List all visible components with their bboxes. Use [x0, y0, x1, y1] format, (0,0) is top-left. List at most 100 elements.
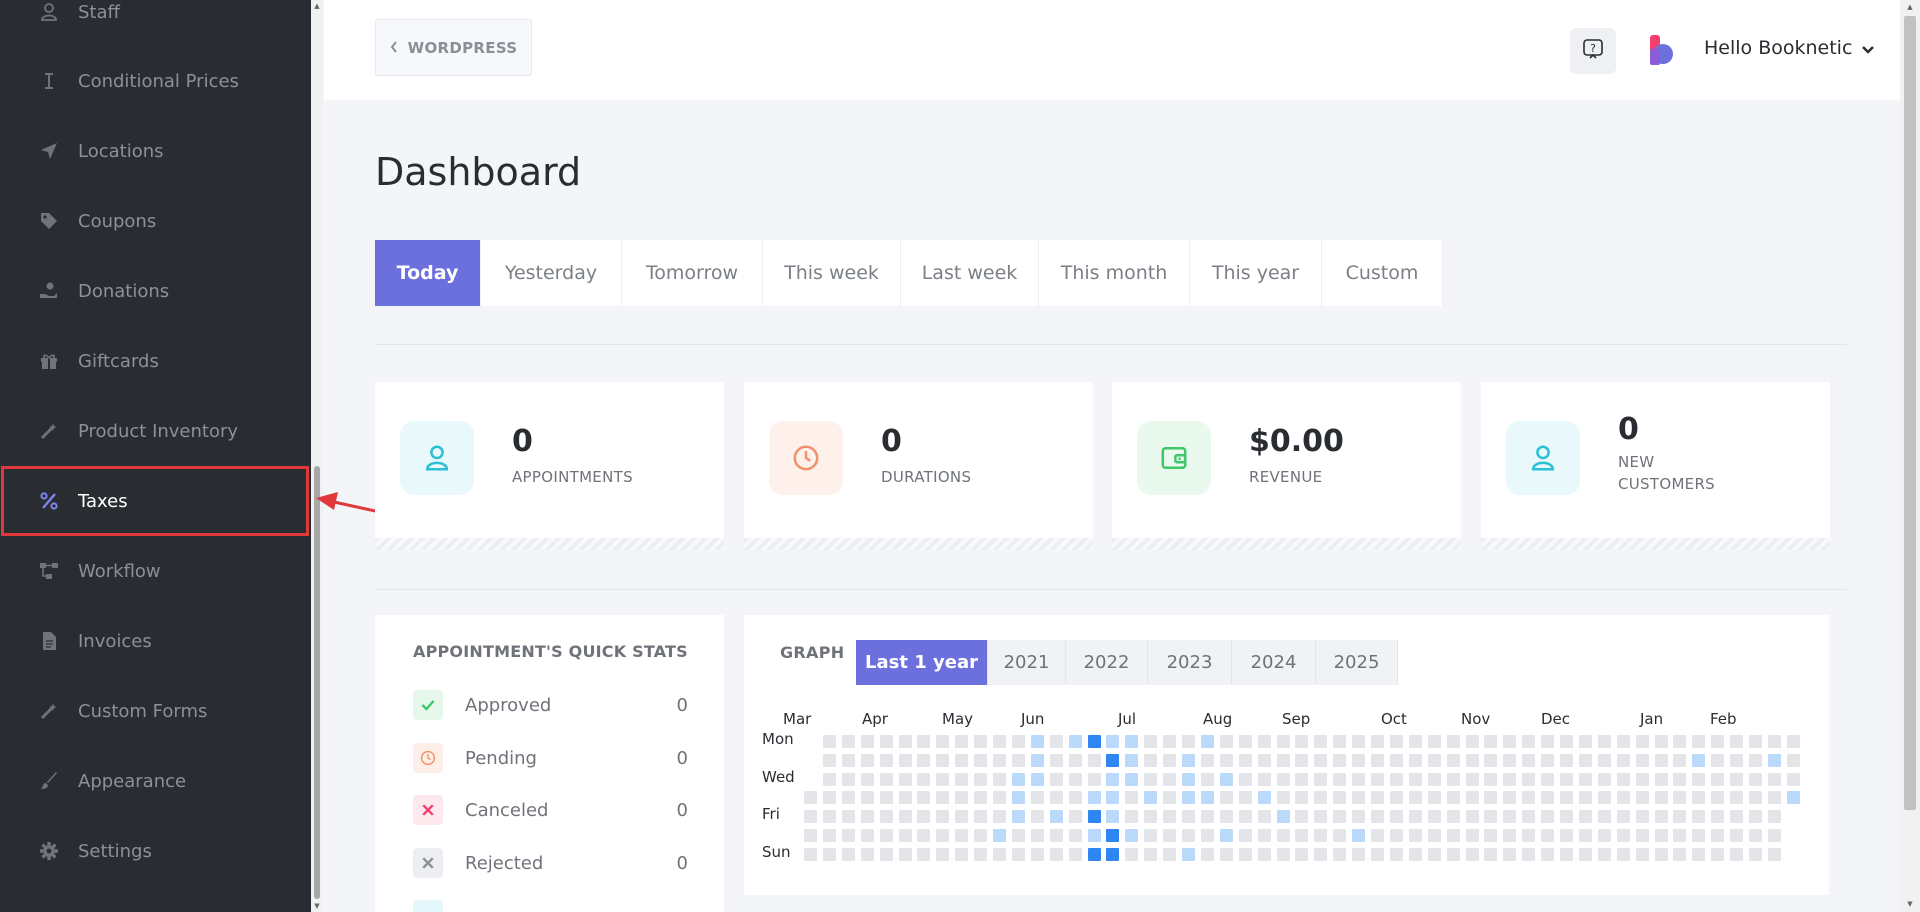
back-to-wordpress-button[interactable]: WORDPRESS	[375, 19, 532, 76]
tab-this-week[interactable]: This week	[763, 240, 901, 306]
heatmap-cell	[936, 791, 950, 805]
sidebar-item-staff[interactable]: Staff	[0, 0, 311, 47]
year-tab-2025[interactable]: 2025	[1316, 640, 1398, 685]
heatmap-cell	[1465, 829, 1479, 842]
tab-this-month[interactable]: This month	[1039, 240, 1190, 306]
heatmap-cell	[1597, 735, 1611, 748]
sidebar-item-locations[interactable]: Locations	[0, 116, 311, 186]
month-label: Feb	[1710, 710, 1737, 728]
heatmap-cell	[841, 847, 855, 861]
heatmap-cell	[917, 829, 931, 842]
heatmap-cell	[917, 753, 931, 767]
page-title: Dashboard	[375, 150, 582, 194]
location-arrow-icon	[38, 140, 60, 162]
workflow-icon	[38, 560, 60, 582]
heatmap-cell	[1011, 753, 1025, 767]
sidebar-scrollbar[interactable]: ▲ ▼	[311, 0, 323, 912]
heatmap-cell	[1182, 753, 1195, 767]
tab-this-year[interactable]: This year	[1190, 240, 1322, 306]
heatmap-cell	[974, 735, 988, 748]
heatmap-cell	[1011, 735, 1025, 748]
heatmap-cell	[1144, 772, 1158, 786]
sidebar-item-donations[interactable]: Donations	[0, 256, 311, 326]
heatmap-cell	[974, 791, 988, 805]
scroll-down-arrow-icon[interactable]: ▼	[313, 902, 321, 910]
user-menu[interactable]: Hello Booknetic	[1704, 37, 1875, 59]
stat-label: NEW CUSTOMERS	[1618, 453, 1716, 493]
heatmap-cell	[1257, 735, 1271, 748]
sidebar-item-conditional-prices[interactable]: Conditional Prices	[0, 46, 311, 116]
page-scroll-thumb[interactable]	[1904, 16, 1916, 810]
page-scroll-up-icon[interactable]: ▲	[1906, 3, 1914, 11]
heatmap-cell	[1692, 829, 1706, 842]
heatmap-cell	[1011, 829, 1025, 842]
back-to-wordpress-label: WORDPRESS	[407, 38, 518, 57]
sidebar-item-settings[interactable]: Settings	[0, 816, 311, 886]
heatmap-cell	[1578, 772, 1592, 786]
sidebar-item-invoices[interactable]: Invoices	[0, 606, 311, 676]
heatmap-cell	[1654, 847, 1668, 861]
heatmap-cell	[1295, 829, 1309, 842]
heatmap-cell	[1314, 753, 1328, 767]
year-tab-2022[interactable]: 2022	[1066, 640, 1148, 685]
close-icon	[413, 848, 443, 878]
quick-stats-panel: APPOINTMENT'S QUICK STATS Approved 0 Pendi…	[375, 615, 724, 912]
heatmap-cell	[1314, 791, 1328, 805]
heatmap-cell	[1106, 847, 1120, 861]
help-button[interactable]: ?	[1570, 28, 1616, 74]
heatmap-cell	[1182, 772, 1195, 786]
sidebar-item-taxes[interactable]: Taxes	[0, 466, 311, 536]
year-tab-2021[interactable]: 2021	[988, 640, 1066, 685]
heatmap-cell	[1257, 810, 1271, 824]
heatmap-cell	[1371, 753, 1384, 767]
heatmap-cell	[1635, 772, 1649, 786]
sidebar-item-workflow[interactable]: Workflow	[0, 536, 311, 606]
heatmap-cell	[1087, 847, 1101, 861]
heatmap-cell	[1673, 829, 1687, 842]
tab-last-week[interactable]: Last week	[901, 240, 1039, 306]
heatmap-cell	[1767, 829, 1781, 842]
heatmap-cell	[860, 753, 874, 767]
scroll-up-arrow-icon[interactable]: ▲	[313, 2, 321, 10]
heatmap-cell	[898, 847, 912, 861]
tab-tomorrow[interactable]: Tomorrow	[622, 240, 763, 306]
heatmap-cell	[879, 810, 893, 824]
heatmap-cell	[1257, 791, 1271, 805]
heatmap-cell	[898, 810, 912, 824]
sidebar-item-custom-forms[interactable]: Custom Forms	[0, 676, 311, 746]
year-tab-2023[interactable]: 2023	[1148, 640, 1232, 685]
tab-yesterday[interactable]: Yesterday	[481, 240, 622, 306]
heatmap-cell	[841, 810, 855, 824]
heatmap-cell	[1144, 753, 1158, 767]
heatmap-cell	[936, 847, 950, 861]
heatmap-cell	[1049, 810, 1063, 824]
tab-today[interactable]: Today	[375, 240, 481, 306]
heatmap-cell	[1578, 791, 1592, 805]
sidebar-item-product-inventory[interactable]: Product Inventory	[0, 396, 311, 466]
heatmap-cell	[1163, 847, 1177, 861]
page-scrollbar[interactable]: ▲ ▼	[1900, 0, 1920, 912]
stat-card-new-customers: 0 NEW CUSTOMERS	[1481, 382, 1830, 550]
heatmap-cell	[1560, 735, 1573, 748]
tab-custom[interactable]: Custom	[1322, 240, 1443, 306]
sidebar-item-giftcards[interactable]: Giftcards	[0, 326, 311, 396]
heatmap-cell	[1616, 772, 1630, 786]
heatmap-cell	[804, 810, 817, 824]
heatmap-cell	[1125, 753, 1139, 767]
year-tab-2024[interactable]: 2024	[1232, 640, 1316, 685]
heatmap-cell	[1560, 791, 1573, 805]
heatmap-cell	[1673, 847, 1687, 861]
heatmap-cell	[1352, 735, 1366, 748]
page-scroll-down-icon[interactable]: ▼	[1906, 900, 1914, 908]
heatmap-cell	[860, 772, 874, 786]
sidebar-item-appearance[interactable]: Appearance	[0, 746, 311, 816]
heatmap-cell	[1030, 847, 1044, 861]
stat-value: $0.00	[1249, 424, 1344, 459]
month-label: May	[942, 710, 974, 728]
year-tab-last-1-year[interactable]: Last 1 year	[856, 640, 988, 685]
heatmap-cell	[1049, 735, 1063, 748]
heatmap-cell	[936, 753, 950, 767]
heatmap-cell	[1541, 810, 1555, 824]
heatmap-cell	[1427, 753, 1441, 767]
sidebar-item-coupons[interactable]: Coupons	[0, 186, 311, 256]
